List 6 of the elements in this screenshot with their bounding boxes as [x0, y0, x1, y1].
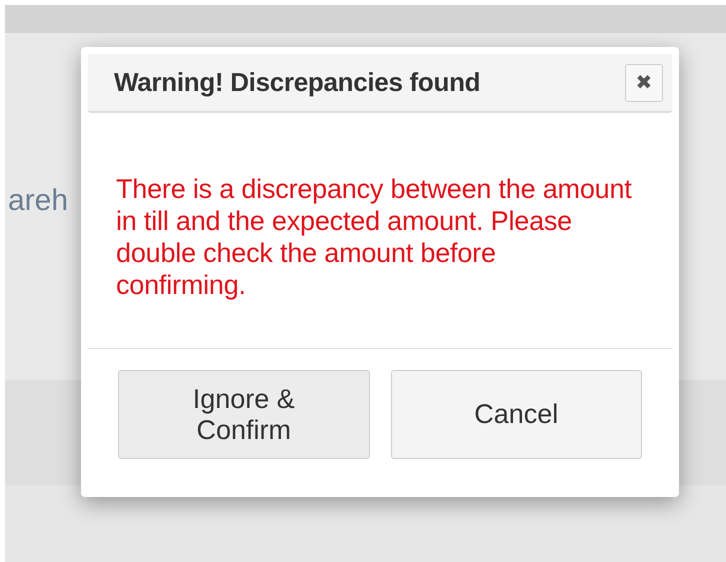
dialog-title: Warning! Discrepancies found [114, 67, 480, 98]
warning-message: There is a discrepancy between the amount in till and the expected amount. Please double check the amount before confirming. [116, 173, 632, 302]
page-label: areh [8, 184, 68, 218]
confirm-button[interactable]: Ignore & Confirm [118, 370, 370, 459]
close-button[interactable]: ✖ [625, 64, 663, 102]
cancel-button[interactable]: Cancel [390, 370, 642, 459]
